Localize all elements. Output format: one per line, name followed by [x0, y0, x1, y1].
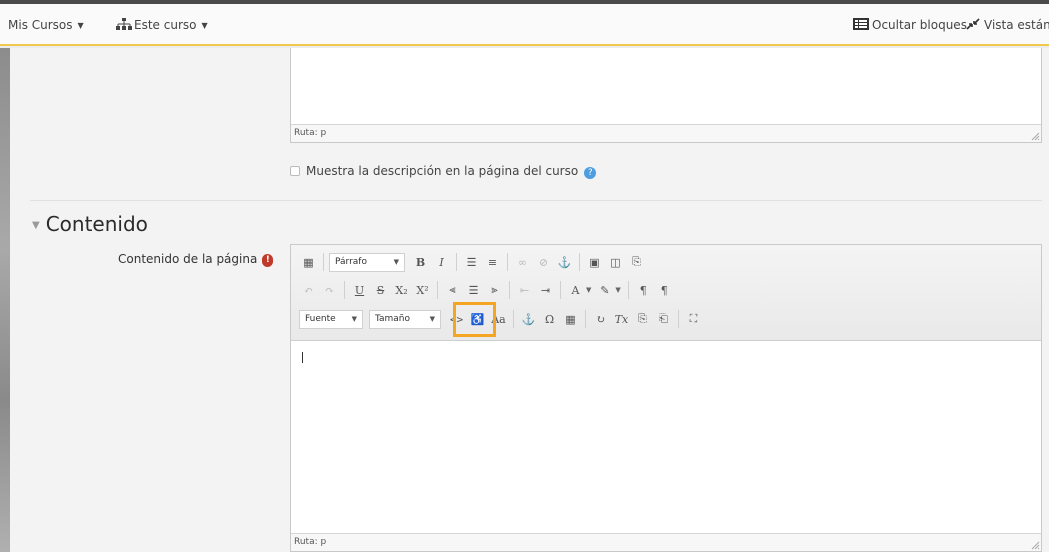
editor-toolbar: ▦ Párrafo ▼ B I ☰ ≡ ∞ ⊘ ⚓ ▣ ◫ ⎘ ↶ ↷ U S … [291, 245, 1041, 341]
my-courses-menu[interactable]: Mis Cursos ▼ [8, 18, 84, 32]
toolbar-separator [509, 281, 510, 299]
toolbar-separator [323, 253, 324, 271]
font-value: Fuente [305, 314, 336, 324]
paragraph-format-select[interactable]: Párrafo ▼ [329, 252, 405, 272]
paste-word-icon[interactable]: ⎗ [654, 310, 673, 329]
content-label-text: Contenido de la página [118, 252, 258, 266]
hide-blocks-icon [853, 18, 869, 30]
chevron-down-icon: ▼ [77, 21, 84, 30]
underline-icon[interactable]: U [350, 281, 369, 300]
numbered-list-icon[interactable]: ≡ [483, 253, 502, 272]
html-source-icon[interactable]: <> [447, 310, 466, 329]
rtl-icon[interactable]: ¶ [655, 281, 674, 300]
toolbar-separator [456, 253, 457, 271]
ltr-icon[interactable]: ¶ [634, 281, 653, 300]
chevron-down-icon: ▼ [201, 21, 208, 30]
strikethrough-icon[interactable]: S [371, 281, 390, 300]
toolbar-row-1: ▦ Párrafo ▼ B I ☰ ≡ ∞ ⊘ ⚓ ▣ ◫ ⎘ [299, 251, 648, 273]
section-title: Contenido [45, 212, 148, 236]
navbar: Mis Cursos ▼ Este curso ▼ Ocultar bloques … [0, 4, 1049, 46]
toolbar-separator [627, 281, 629, 299]
subscript-icon[interactable]: X₂ [392, 281, 411, 300]
this-course-menu[interactable]: Este curso ▼ [116, 18, 208, 32]
shrink-icon [966, 18, 980, 30]
align-right-icon[interactable]: ⫸ [485, 281, 504, 300]
size-value: Tamaño [375, 314, 411, 324]
font-select[interactable]: Fuente ▼ [299, 309, 363, 329]
resize-grip-icon[interactable] [1030, 540, 1040, 550]
section-divider [30, 200, 1042, 201]
toolbar-row-2: ↶ ↷ U S X₂ X² ⫷ ☰ ⫸ ⇤ ⇥ A ▼ ✎ ▼ ¶ ¶ [299, 279, 676, 301]
content-editor: ▦ Párrafo ▼ B I ☰ ≡ ∞ ⊘ ⚓ ▣ ◫ ⎘ ↶ ↷ U S … [290, 244, 1042, 552]
standard-view-button[interactable]: Vista estánd [966, 18, 1049, 32]
toolbar-separator [678, 310, 679, 328]
main-content: Ruta: p Muestra la descripción en la pág… [10, 48, 1049, 552]
media-icon[interactable]: ◫ [606, 253, 625, 272]
chevron-down-icon: ▼ [351, 315, 357, 323]
toolbar-separator [585, 310, 586, 328]
background-color-icon[interactable]: ✎ [595, 281, 614, 300]
this-course-label: Este curso [134, 18, 197, 32]
size-select[interactable]: Tamaño ▼ [369, 309, 441, 329]
chevron-down-icon: ▼ [393, 258, 399, 266]
anchor-insert-icon[interactable]: ⚓ [519, 310, 538, 329]
screenreader-helper-icon[interactable]: Aa [489, 310, 508, 329]
indent-icon[interactable]: ⇥ [536, 281, 555, 300]
table-icon[interactable]: ▦ [561, 310, 580, 329]
anchor-icon[interactable]: ⚓ [555, 253, 574, 272]
toolbar-separator [437, 281, 438, 299]
redo-icon[interactable]: ↷ [320, 281, 339, 300]
italic-icon[interactable]: I [432, 253, 451, 272]
undo-icon[interactable]: ↶ [299, 281, 318, 300]
chevron-down-icon[interactable]: ▼ [615, 286, 620, 294]
clear-format-icon[interactable]: Tx [612, 310, 631, 329]
superscript-icon[interactable]: X² [413, 281, 432, 300]
standard-view-label: Vista estánd [984, 18, 1049, 32]
show-description-row: Muestra la descripción en la página del … [290, 164, 597, 179]
content-textarea[interactable] [291, 342, 1041, 534]
collapse-icon: ▼ [32, 220, 40, 231]
unlink-icon[interactable]: ⊘ [534, 253, 553, 272]
toolbar-separator [513, 310, 514, 328]
resize-grip-icon[interactable] [1030, 131, 1040, 141]
bullet-list-icon[interactable]: ☰ [462, 253, 481, 272]
toolbar-separator [507, 253, 508, 271]
outdent-icon[interactable]: ⇤ [515, 281, 534, 300]
my-courses-label: Mis Cursos [8, 18, 73, 32]
help-icon[interactable]: ? [584, 167, 597, 179]
image-icon[interactable]: ▣ [585, 253, 604, 272]
toolbar-row-3: Fuente ▼ Tamaño ▼ <> ♿ Aa ⚓ Ω ▦ ↻ Tx ⎘ ⎗ ⛶ [299, 308, 705, 330]
chevron-down-icon: ▼ [429, 315, 435, 323]
required-icon: ! [262, 254, 274, 267]
text-color-icon[interactable]: A [566, 281, 585, 300]
sitemap-icon [116, 18, 132, 30]
special-char-icon[interactable]: Ω [540, 310, 559, 329]
content-field-label: Contenido de la página! [118, 252, 274, 267]
background-strip [0, 48, 10, 552]
toolbar-separator [344, 281, 345, 299]
accessibility-checker-icon[interactable]: ♿ [468, 310, 487, 329]
hide-blocks-button[interactable]: Ocultar bloques [853, 18, 967, 32]
chevron-down-icon[interactable]: ▼ [586, 286, 591, 294]
hide-blocks-label: Ocultar bloques [872, 18, 967, 32]
file-icon[interactable]: ⎘ [627, 253, 646, 272]
toolbar-separator [560, 281, 561, 299]
bold-icon[interactable]: B [411, 253, 430, 272]
search-replace-icon[interactable]: ↻ [591, 310, 610, 329]
align-left-icon[interactable]: ⫷ [443, 281, 462, 300]
show-description-label: Muestra la descripción en la página del … [306, 164, 579, 178]
link-icon[interactable]: ∞ [513, 253, 532, 272]
paste-text-icon[interactable]: ⎘ [633, 310, 652, 329]
paragraph-format-value: Párrafo [335, 257, 367, 267]
toolbar-toggle-icon[interactable]: ▦ [299, 253, 318, 272]
section-header[interactable]: ▼ Contenido [32, 212, 148, 236]
description-path: Ruta: p [291, 124, 1041, 142]
fullscreen-icon[interactable]: ⛶ [684, 310, 703, 329]
content-path: Ruta: p [291, 533, 1041, 551]
align-center-icon[interactable]: ☰ [464, 281, 483, 300]
show-description-checkbox[interactable] [290, 166, 300, 176]
toolbar-separator [579, 253, 580, 271]
description-editor[interactable]: Ruta: p [290, 48, 1042, 143]
text-cursor [302, 352, 303, 363]
